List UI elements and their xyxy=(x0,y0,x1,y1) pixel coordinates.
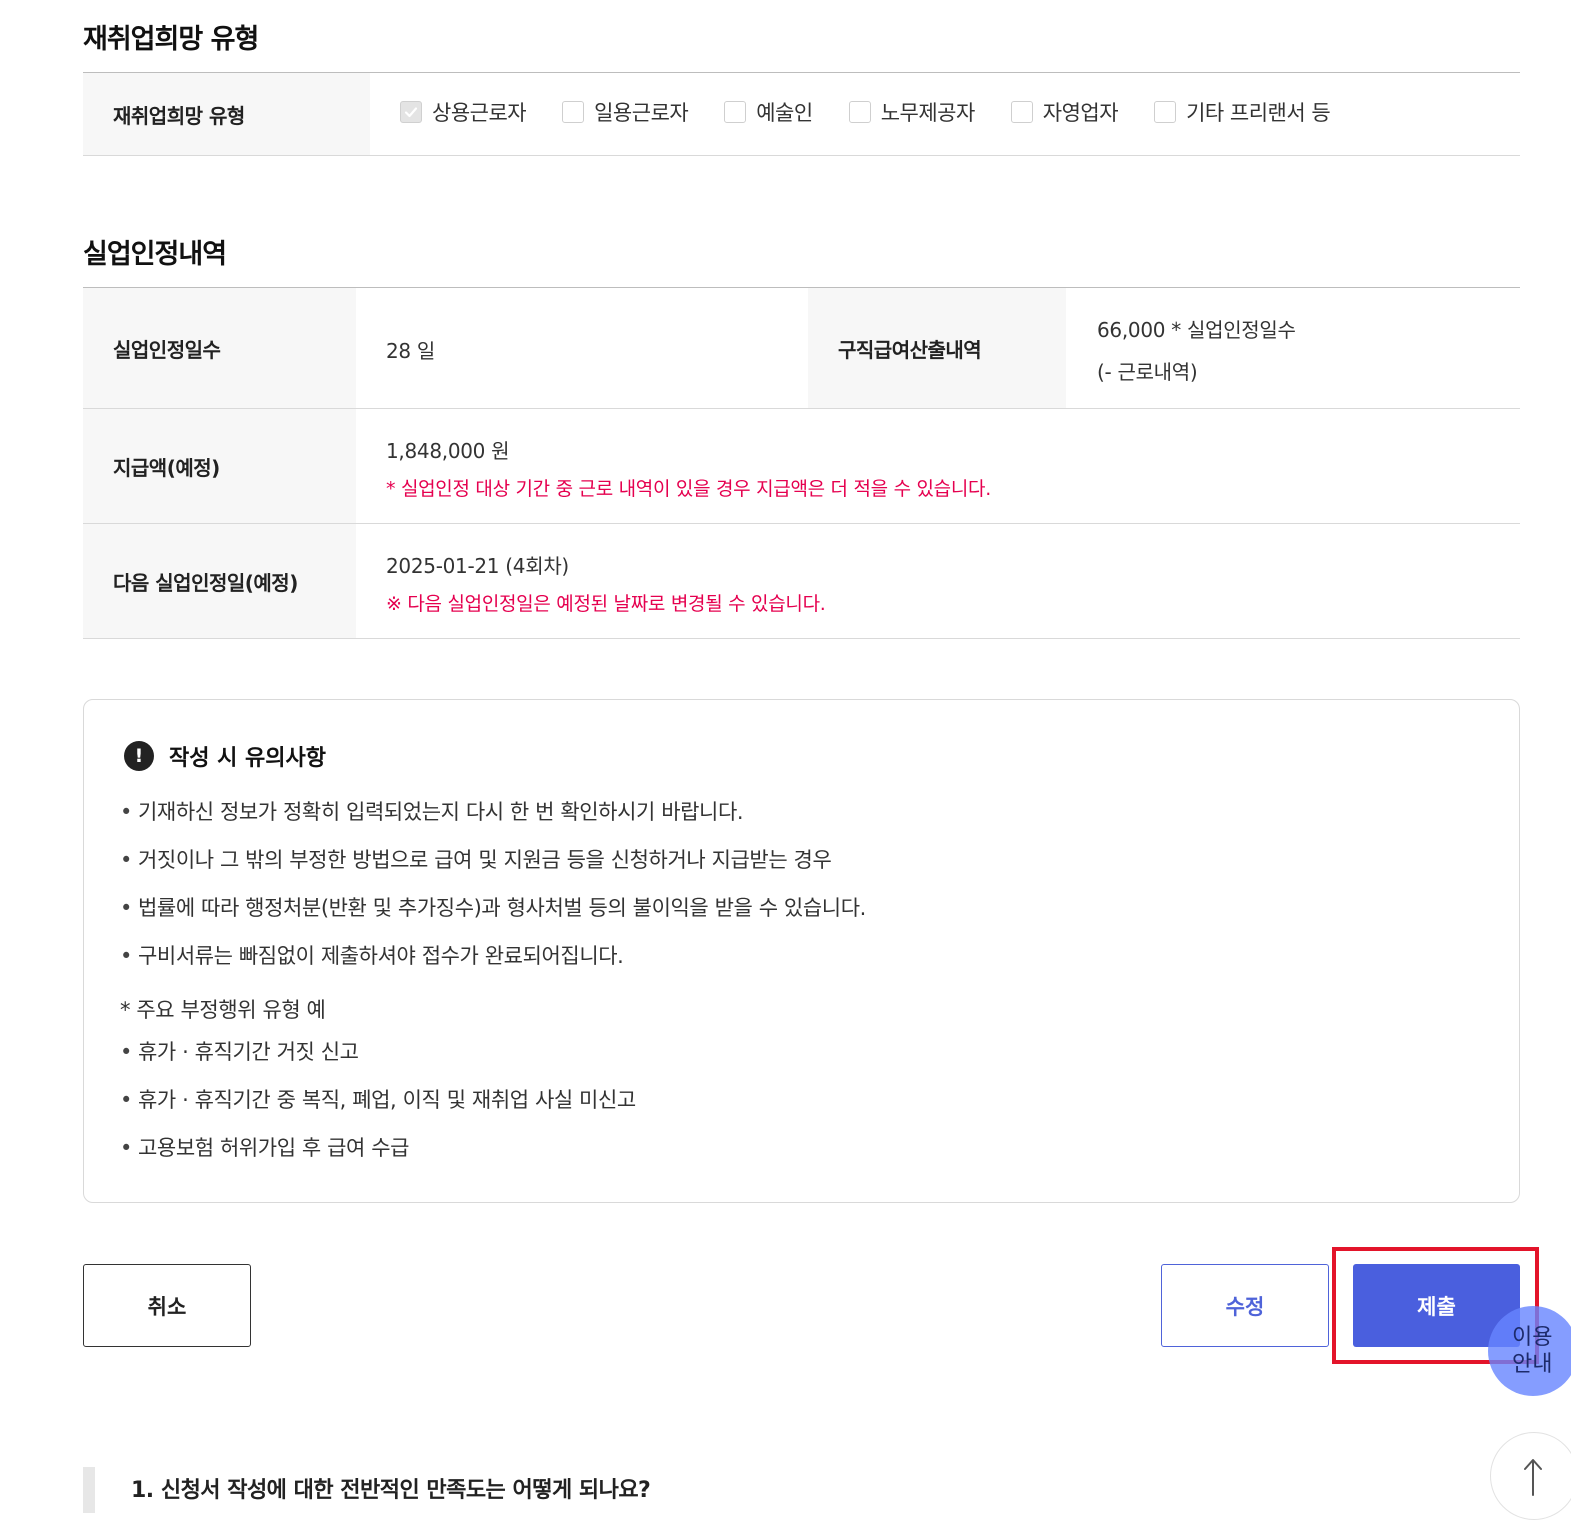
unemployment-section-title: 실업인정내역 xyxy=(83,239,227,270)
days-value: 28 일 xyxy=(386,339,436,363)
notice-bullet: • 거짓이나 그 밖의 부정한 방법으로 급여 및 지원금 등을 신청하거나 지급… xyxy=(120,848,832,872)
amount-label: 지급액(예정) xyxy=(83,409,356,523)
option-freelancer[interactable]: 기타 프리랜서 등 xyxy=(1154,97,1331,127)
edit-button[interactable]: 수정 xyxy=(1161,1264,1329,1347)
notice-box: ! 작성 시 유의사항 • 기재하신 정보가 정확히 입력되었는지 다시 한 번 … xyxy=(83,699,1520,1203)
calc-label: 구직급여산출내역 xyxy=(808,288,1066,408)
option-self-employed[interactable]: 자영업자 xyxy=(1010,97,1119,127)
option-label: 예술인 xyxy=(756,101,813,125)
option-label: 기타 프리랜서 등 xyxy=(1186,101,1331,125)
fraud-item: • 휴가 · 휴직기간 거짓 신고 xyxy=(120,1040,359,1064)
arrow-up-icon xyxy=(1524,1459,1542,1496)
fraud-item: • 고용보험 허위가입 후 급여 수급 xyxy=(120,1136,410,1160)
fraud-heading: * 주요 부정행위 유형 예 xyxy=(120,998,326,1022)
amount-note: * 실업인정 대상 기간 중 근로 내역이 있을 경우 지급액은 더 적을 수 … xyxy=(386,478,991,500)
reemployment-section-title: 재취업희망 유형 xyxy=(83,24,259,55)
reemployment-row-label: 재취업희망 유형 xyxy=(83,73,370,155)
notice-title: ! 작성 시 유의사항 xyxy=(124,740,326,772)
table-bottom-border xyxy=(83,638,1520,639)
exclamation-icon: ! xyxy=(124,741,154,771)
option-daily-worker[interactable]: 일용근로자 xyxy=(562,97,689,127)
next-date-note: ※ 다음 실업인정일은 예정된 날짜로 변경될 수 있습니다. xyxy=(386,593,826,615)
guide-label-line1: 이용 xyxy=(1512,1325,1553,1350)
checkbox-icon[interactable] xyxy=(724,101,747,123)
next-date-label: 다음 실업인정일(예정) xyxy=(83,524,356,638)
amount-value: 1,848,000 원 xyxy=(386,439,510,463)
next-date-value: 2025-01-21 (4회차) xyxy=(386,554,569,578)
notice-bullet: • 법률에 따라 행정처분(반환 및 추가징수)과 형사처벌 등의 불이익을 받을… xyxy=(120,896,866,920)
notice-bullet: • 구비서류는 빠짐없이 제출하셔야 접수가 완료되어집니다. xyxy=(120,944,624,968)
option-artist[interactable]: 예술인 xyxy=(724,97,813,127)
checkbox-icon[interactable] xyxy=(1154,101,1177,123)
option-commercial-worker[interactable]: 상용근로자 xyxy=(400,97,527,127)
fraud-item: • 휴가 · 휴직기간 중 복직, 폐업, 이직 및 재취업 사실 미신고 xyxy=(120,1088,636,1112)
checkbox-icon[interactable] xyxy=(848,101,871,123)
table-bottom-border xyxy=(83,155,1520,156)
days-label: 실업인정일수 xyxy=(83,288,356,408)
checkbox-checked-icon[interactable] xyxy=(400,101,422,123)
option-label: 상용근로자 xyxy=(432,101,527,125)
notice-bullet: • 기재하신 정보가 정확히 입력되었는지 다시 한 번 확인하시기 바랍니다. xyxy=(120,800,744,824)
reemployment-options: 상용근로자 일용근로자 예술인 노무제공자 자영업자 기타 프리랜서 등 xyxy=(400,96,1366,128)
option-labor-provider[interactable]: 노무제공자 xyxy=(848,97,976,127)
option-label: 자영업자 xyxy=(1042,101,1119,125)
notice-title-text: 작성 시 유의사항 xyxy=(169,746,326,771)
checkbox-icon[interactable] xyxy=(1010,101,1033,123)
survey-question: 1. 신청서 작성에 대한 전반적인 만족도는 어떻게 되나요? xyxy=(131,1478,651,1503)
calc-line2: (- 근로내역) xyxy=(1097,360,1198,384)
survey-accent-bar xyxy=(83,1467,95,1513)
guide-label-line2: 안내 xyxy=(1512,1352,1553,1377)
scroll-top-button[interactable] xyxy=(1490,1432,1571,1520)
option-label: 일용근로자 xyxy=(594,101,689,125)
usage-guide-button[interactable]: 이용 안내 xyxy=(1488,1306,1571,1396)
option-label: 노무제공자 xyxy=(880,101,976,125)
calc-line1: 66,000 * 실업인정일수 xyxy=(1097,318,1296,342)
checkbox-icon[interactable] xyxy=(562,101,585,123)
cancel-button[interactable]: 취소 xyxy=(83,1264,251,1347)
